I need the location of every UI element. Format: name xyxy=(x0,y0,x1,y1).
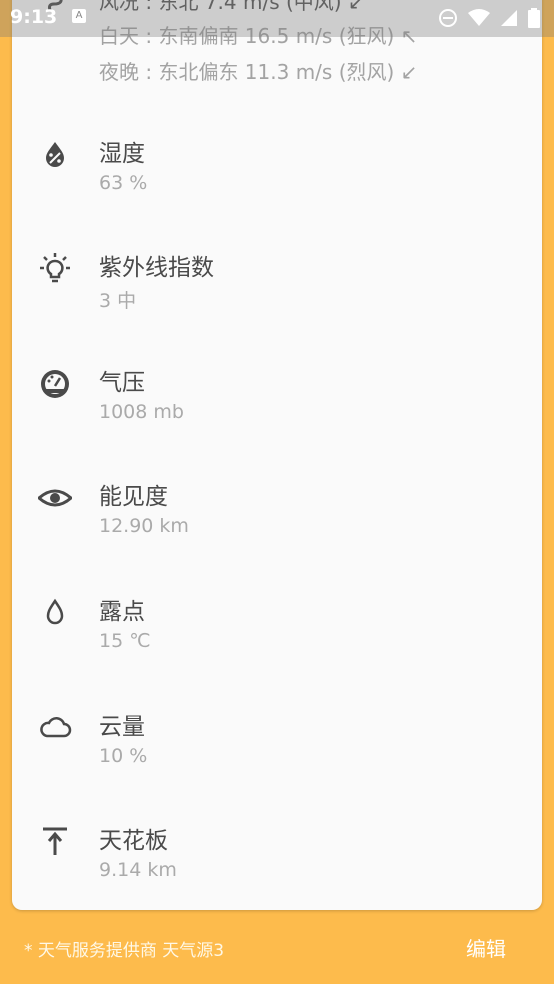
detail-title: 气压 xyxy=(99,370,145,396)
detail-value: 15 ℃ xyxy=(99,630,151,652)
detail-title: 露点 xyxy=(99,599,145,625)
detail-row-pressure: 气压 1008 mb xyxy=(12,363,542,463)
wifi-icon xyxy=(468,9,490,27)
cloud-icon xyxy=(38,711,72,745)
humidity-icon xyxy=(38,138,72,172)
do-not-disturb-icon xyxy=(438,8,458,28)
edit-button[interactable]: 编辑 xyxy=(466,933,506,962)
detail-title: 云量 xyxy=(99,714,145,740)
detail-row-ceiling: 天花板 9.14 km xyxy=(12,821,542,910)
uv-bulb-icon xyxy=(38,252,72,286)
detail-value: 3 中 xyxy=(99,290,137,312)
wind-night: 夜晚 : 东北偏东 11.3 m/s (烈风) ↙ xyxy=(99,60,418,84)
status-time: 9:13 xyxy=(10,6,58,28)
dew-drop-icon xyxy=(38,596,72,630)
detail-title: 紫外线指数 xyxy=(99,255,214,281)
ceiling-icon xyxy=(38,825,72,859)
detail-value: 1008 mb xyxy=(99,401,184,423)
battery-icon xyxy=(528,8,540,28)
detail-row-uv: 紫外线指数 3 中 xyxy=(12,248,542,348)
visibility-eye-icon xyxy=(36,481,74,515)
signal-icon xyxy=(500,9,518,27)
detail-title: 湿度 xyxy=(99,141,145,167)
detail-title: 能见度 xyxy=(99,484,168,510)
detail-row-cloud-cover: 云量 10 % xyxy=(12,707,542,807)
detail-row-dew-point: 露点 15 ℃ xyxy=(12,592,542,692)
detail-value: 9.14 km xyxy=(99,859,177,881)
weather-details-card: 风况 : 东北 7.4 m/s (中风) ↙ 白天 : 东南偏南 16.5 m/… xyxy=(12,0,542,910)
pressure-gauge-icon xyxy=(38,367,72,401)
detail-title: 天花板 xyxy=(99,828,168,854)
notification-icon: A xyxy=(72,9,86,23)
status-icons xyxy=(438,8,540,28)
detail-value: 63 % xyxy=(99,172,148,194)
detail-row-visibility: 能见度 12.90 km xyxy=(12,477,542,577)
detail-value: 12.90 km xyxy=(99,515,189,537)
detail-row-humidity: 湿度 63 % xyxy=(12,134,542,234)
detail-value: 10 % xyxy=(99,745,148,767)
provider-note: * 天气服务提供商 天气源3 xyxy=(24,941,225,961)
status-bar: 9:13 A xyxy=(0,0,554,37)
